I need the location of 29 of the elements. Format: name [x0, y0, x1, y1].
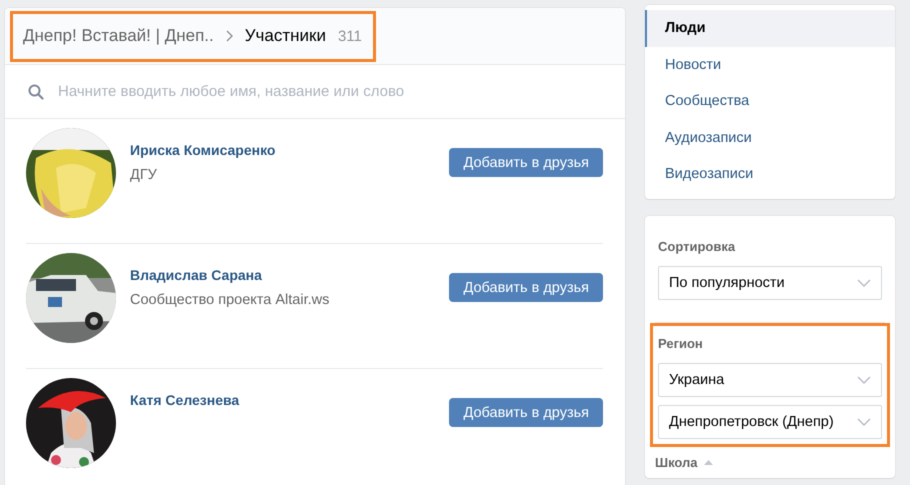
member-subtitle: Сообщество проекта Altair.ws	[130, 292, 330, 308]
menu-item[interactable]: Люди	[645, 10, 895, 46]
chevron-down-icon	[857, 376, 871, 384]
member-subtitle: ДГУ	[130, 167, 158, 183]
add-friend-button[interactable]: Добавить в друзья	[449, 148, 603, 177]
menu-item[interactable]: Видеозаписи	[645, 156, 895, 192]
filter-heading: Регион	[658, 334, 704, 352]
breadcrumb-link[interactable]: Днепр! Вставай! | Днеп..	[23, 26, 214, 46]
member-name[interactable]: Катя Селезнева	[130, 392, 436, 408]
search-icon	[28, 84, 44, 100]
chevron-down-icon	[857, 418, 871, 426]
add-friend-button[interactable]: Добавить в друзья	[449, 273, 603, 302]
menu-item[interactable]: Новости	[645, 46, 895, 83]
dropdown[interactable]: Днепропетровск (Днепр)	[658, 404, 882, 438]
menu-item[interactable]: Сообщества	[645, 83, 895, 120]
caret-up-icon	[704, 460, 713, 464]
menu-item[interactable]: Аудиозаписи	[645, 120, 895, 156]
member-name[interactable]: Владислав Сарана	[130, 267, 436, 283]
chevron-right-icon	[226, 30, 233, 42]
add-friend-button[interactable]: Добавить в друзья	[449, 398, 603, 427]
search-field[interactable]: Начните вводить любое имя, название или слово	[58, 83, 558, 100]
filter-heading[interactable]: Школа	[655, 454, 698, 470]
page-title: Участники	[244, 26, 326, 46]
filter-heading: Сортировка	[658, 238, 736, 256]
dropdown[interactable]: Украина	[658, 362, 882, 396]
member-name[interactable]: Ириска Комисаренко	[130, 142, 436, 158]
chevron-down-icon	[857, 278, 871, 286]
dropdown[interactable]: По популярности	[658, 266, 882, 300]
member-count: 311	[338, 28, 362, 44]
